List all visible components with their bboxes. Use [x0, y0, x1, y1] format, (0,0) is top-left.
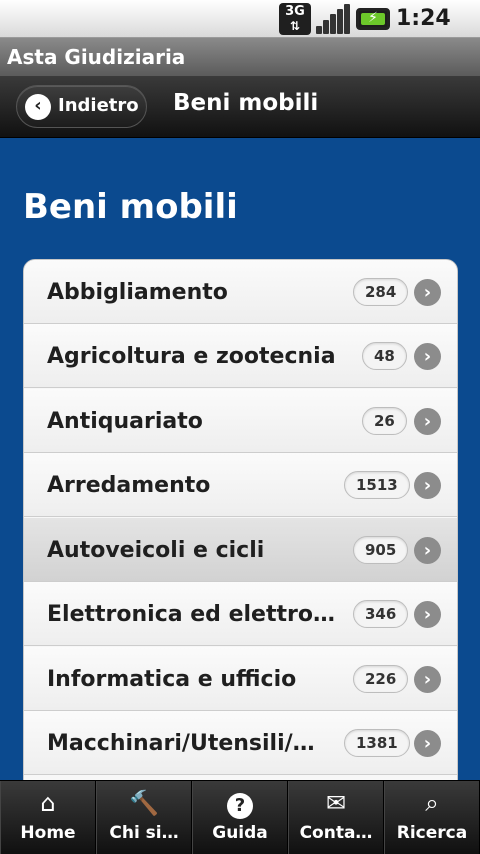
tab-ricerca[interactable]: ⌕ Ricerca — [384, 781, 480, 854]
count-badge: 1381 — [344, 729, 410, 757]
tab-chi-siamo[interactable]: 🔨 Chi si… — [96, 781, 192, 854]
chevron-right-icon: › — [414, 666, 441, 693]
chevron-right-icon: › — [414, 537, 441, 564]
tab-label: Home — [20, 823, 76, 843]
gavel-icon: 🔨 — [129, 789, 159, 817]
app-title-bar: Asta Giudiziaria — [0, 38, 480, 76]
help-icon: ? — [193, 789, 287, 819]
count-badge: 48 — [362, 342, 407, 370]
count-badge: 905 — [353, 536, 409, 564]
list-item-label: Abbigliamento — [47, 280, 228, 305]
list-item-label: Antiquariato — [47, 409, 203, 434]
list-item[interactable]: Agricoltura e zootecnia 48 › — [24, 324, 457, 388]
count-badge: 284 — [353, 278, 409, 306]
list-item[interactable]: Informatica e ufficio 226 › — [24, 647, 457, 711]
list-item-label: Informatica e ufficio — [47, 667, 297, 692]
bottom-nav: ⌂ Home 🔨 Chi si… ? Guida ✉ Conta… ⌕ Rice… — [0, 780, 480, 854]
list-item-label: Macchinari/Utensili/… — [47, 731, 315, 756]
tab-guida[interactable]: ? Guida — [192, 781, 288, 854]
tab-label: Chi si… — [109, 823, 179, 843]
list-item[interactable]: Antiquariato 26 › — [24, 389, 457, 453]
list-item[interactable]: Elettronica ed elettro… 346 › — [24, 582, 457, 646]
tab-label: Conta… — [299, 823, 373, 843]
tab-label: Guida — [212, 823, 268, 843]
battery-icon: ⚡ — [356, 8, 390, 30]
back-button[interactable]: ‹ Indietro — [16, 85, 147, 128]
list-item[interactable]: Arredamento 1513 › — [24, 453, 457, 517]
status-bar: 3G⇅ ⚡ 1:24 PM — [0, 0, 480, 54]
chevron-right-icon: › — [414, 472, 441, 499]
tab-contatti[interactable]: ✉ Conta… — [288, 781, 384, 854]
list-item[interactable]: Autoveicoli e cicli 905 › — [24, 518, 457, 582]
count-badge: 226 — [353, 665, 409, 693]
back-arrow-icon: ‹ — [25, 94, 51, 120]
category-list: Abbigliamento 284 › Agricoltura e zootec… — [23, 259, 458, 784]
list-item[interactable]: Macchinari/Utensili/… 1381 › — [24, 711, 457, 775]
header-title: Beni mobili — [173, 90, 319, 116]
home-icon: ⌂ — [40, 789, 56, 817]
list-item-label: Agricoltura e zootecnia — [47, 344, 336, 369]
tab-label: Ricerca — [396, 823, 468, 843]
app-title: Asta Giudiziaria — [7, 45, 186, 69]
header-bar: ‹ Indietro Beni mobili — [0, 76, 480, 138]
back-button-label: Indietro — [58, 95, 139, 116]
search-icon: ⌕ — [425, 789, 439, 817]
chevron-right-icon: › — [414, 408, 441, 435]
count-badge: 346 — [353, 600, 409, 628]
chevron-right-icon: › — [414, 601, 441, 628]
signal-strength-icon — [316, 4, 350, 34]
list-item[interactable]: Abbigliamento 284 › — [24, 260, 457, 324]
tab-home[interactable]: ⌂ Home — [0, 781, 96, 854]
list-item-label: Autoveicoli e cicli — [47, 538, 265, 563]
list-item-label: Arredamento — [47, 473, 211, 498]
count-badge: 26 — [362, 407, 407, 435]
chevron-right-icon: › — [414, 279, 441, 306]
count-badge: 1513 — [344, 471, 410, 499]
network-3g-icon: 3G ⇅ — [279, 3, 311, 35]
chevron-right-icon: › — [414, 343, 441, 370]
list-item-label: Elettronica ed elettro… — [47, 602, 335, 627]
mail-icon: ✉ — [325, 789, 347, 817]
chevron-right-icon: › — [414, 730, 441, 757]
page-title: Beni mobili — [23, 187, 238, 227]
